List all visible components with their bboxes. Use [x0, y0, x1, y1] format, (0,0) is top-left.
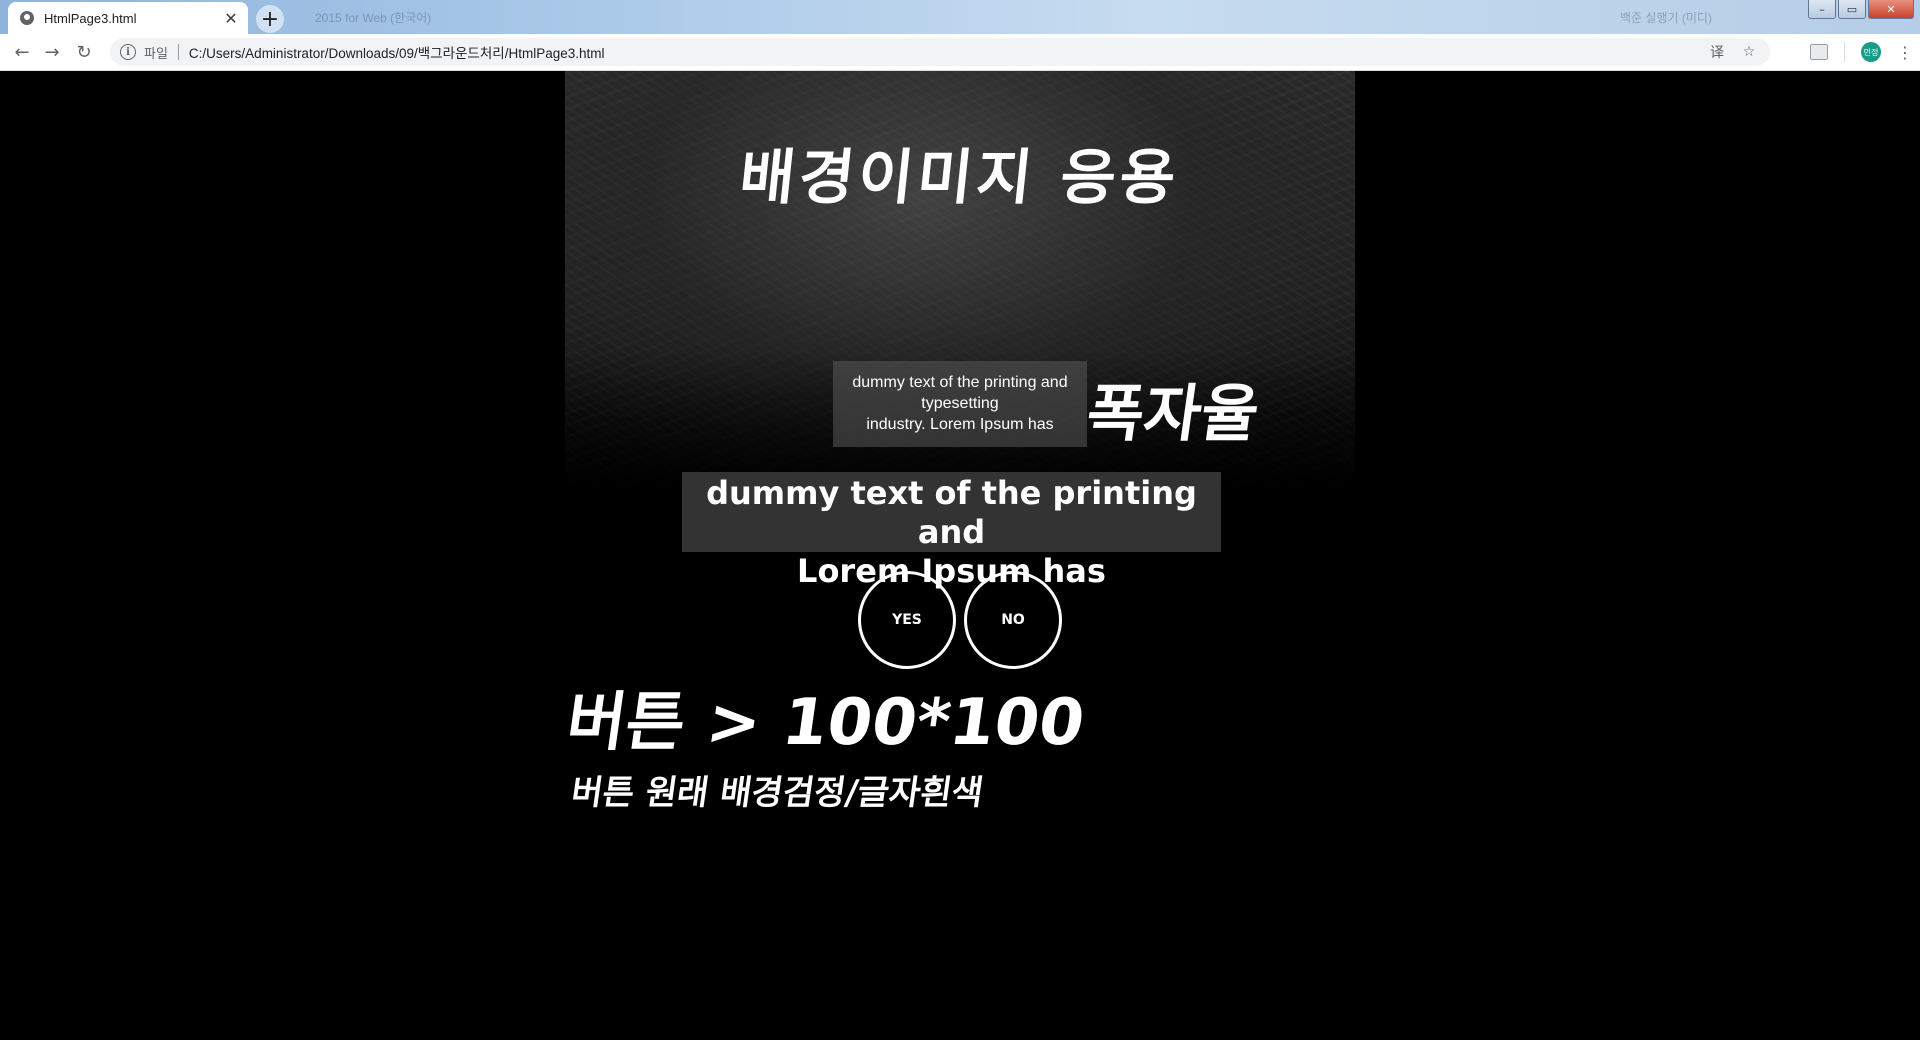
minimize-button[interactable]: – [1808, 0, 1836, 19]
tab-title: HtmlPage3.html [44, 10, 137, 26]
small-box-line: typesetting [921, 395, 999, 412]
background-window-text: 2015 for Web (한국어) [315, 11, 432, 25]
info-icon[interactable]: i [120, 44, 136, 60]
browser-toolbar: ← → ↻ i 파일 C:/Users/Administrator/Downlo… [0, 34, 1920, 71]
back-icon[interactable]: ← [10, 40, 34, 64]
bookmark-star-icon[interactable]: ☆ [1740, 44, 1758, 60]
forward-icon[interactable]: → [40, 40, 64, 64]
small-text-box: dummy text of the printing and typesetti… [833, 361, 1087, 447]
close-tab-icon[interactable]: ✕ [222, 9, 240, 28]
hero-title: 배경이미지 응용 [736, 143, 1183, 213]
close-window-button[interactable]: ✕ [1868, 0, 1914, 19]
kebab-menu-icon[interactable]: ⋮ [1897, 43, 1913, 62]
globe-icon [20, 11, 34, 25]
window-controls: – ▭ ✕ [1808, 0, 1914, 19]
omnibox-actions: 译 ☆ [1708, 38, 1758, 66]
small-box-line: dummy text of the printing and [852, 374, 1068, 391]
browser-tab-strip: HtmlPage3.html ✕ + 2015 for Web (한국어) 백준… [0, 0, 1920, 34]
profile-avatar[interactable]: 민정 [1861, 42, 1881, 62]
browser-tab[interactable]: HtmlPage3.html ✕ [8, 2, 248, 34]
big-box-line: dummy text of the printing and [706, 474, 1197, 551]
restore-button[interactable]: ▭ [1838, 0, 1866, 19]
new-tab-button[interactable]: + [256, 5, 284, 33]
big-box-line: Lorem Ipsum has [797, 552, 1106, 590]
ratio-label: 폭자율 [1082, 377, 1264, 450]
url-text[interactable]: C:/Users/Administrator/Downloads/09/백그라운… [189, 42, 605, 62]
omnibox-separator [177, 44, 179, 60]
reload-icon[interactable]: ↻ [72, 40, 96, 64]
translate-icon[interactable]: 译 [1708, 42, 1726, 62]
address-bar[interactable]: i 파일 C:/Users/Administrator/Downloads/09… [110, 38, 1770, 66]
big-text-box: dummy text of the printing and Lorem Ips… [682, 472, 1221, 590]
note-button-size: 버튼 > 100*100 [561, 686, 1089, 760]
note-button-colors: 버튼 원래 배경검정/글자흰색 [568, 773, 986, 813]
toolbar-divider [1844, 42, 1845, 62]
toolbar-extras: 민정 ⋮ [1810, 40, 1913, 64]
small-box-line: industry. Lorem Ipsum has [866, 416, 1054, 433]
page-viewport: 배경이미지 응용 dummy text of the printing and … [0, 71, 1920, 1040]
extension-icon[interactable] [1810, 44, 1828, 60]
scheme-label: 파일 [144, 46, 168, 62]
background-window-title: 백준 실행기 (미디) [1620, 11, 1712, 25]
